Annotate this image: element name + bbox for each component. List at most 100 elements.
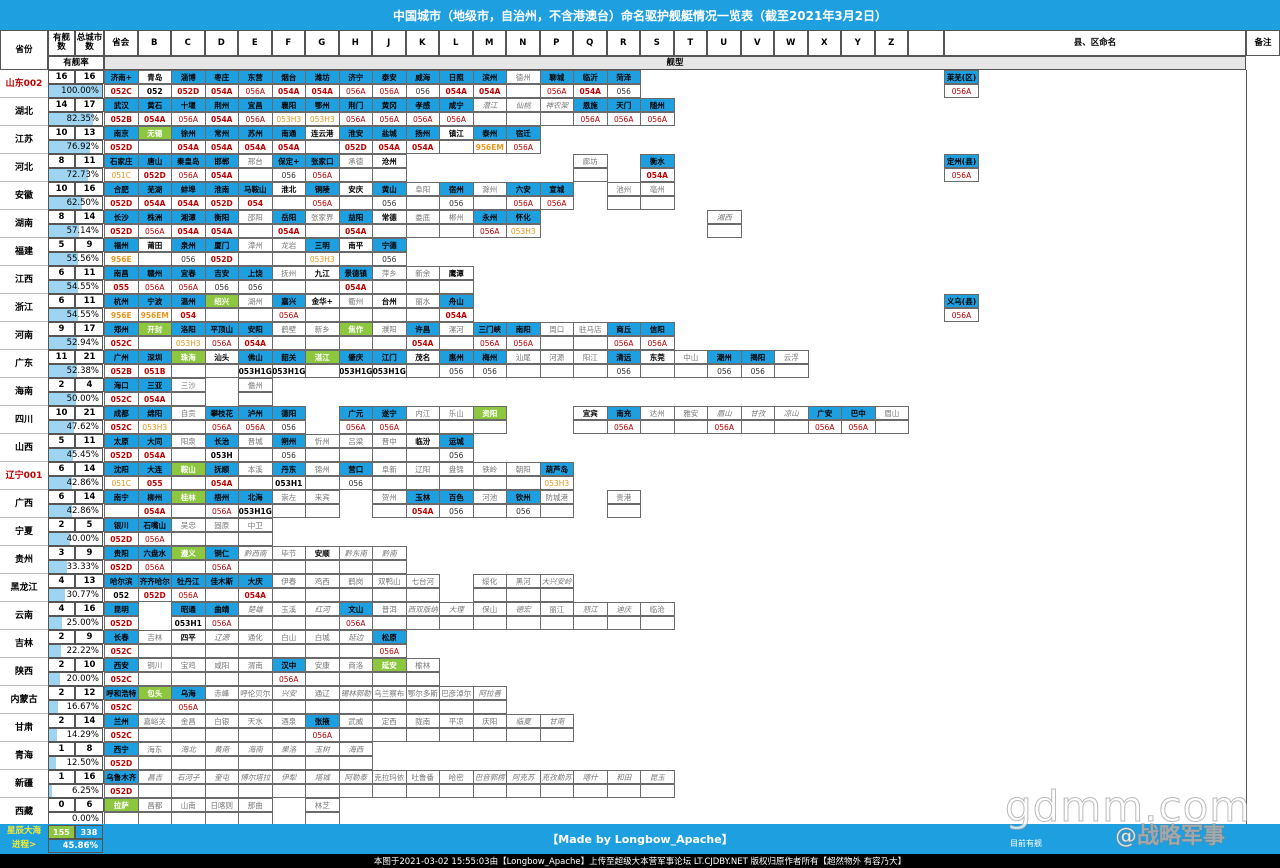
total-city-count: 17: [75, 322, 104, 336]
city-cell: 六盘水: [137, 546, 172, 560]
city-cell: 沧州: [372, 154, 407, 168]
ship-type-cell: [305, 308, 340, 322]
header-letter-u: U: [707, 30, 741, 56]
ship-type-cell: 052C: [104, 84, 139, 98]
has-ship-count: 6: [48, 266, 75, 280]
ship-type-cell: [204, 756, 239, 770]
header-letter-d: D: [204, 30, 238, 56]
ship-type-cell: [372, 476, 407, 490]
city-cell: 温州: [171, 294, 206, 308]
province-name: 江西: [0, 266, 48, 294]
ship-type-cell: 054A: [204, 84, 239, 98]
city-cell: 朔州: [271, 434, 306, 448]
city-cell: 秦皇岛: [171, 154, 206, 168]
total-city-count: 11: [75, 294, 104, 308]
ship-type-cell: 056A: [137, 560, 172, 574]
has-ship-count: 10: [48, 406, 75, 420]
has-ship-count: 6: [48, 490, 75, 504]
ship-type-cell: 054A: [137, 392, 172, 406]
ship-type-cell: [305, 224, 340, 238]
city-cell: 乐山: [439, 406, 474, 420]
city-cell: 安庆: [338, 182, 373, 196]
city-cell: 赤峰: [204, 686, 239, 700]
ship-type-cell: [439, 728, 474, 742]
total-city-count: 11: [75, 434, 104, 448]
ship-type-cell: [271, 588, 306, 602]
ship-type-cell: [539, 728, 574, 742]
ship-type-cell: [204, 728, 239, 742]
city-cell: 台州: [372, 294, 407, 308]
ship-type-cell: 054: [238, 196, 273, 210]
city-cell: 张家口: [305, 154, 340, 168]
ship-rate-value: 40.00%: [66, 534, 99, 544]
ship-type-cell: 054A: [204, 112, 239, 126]
ship-rate: 82.35%: [48, 112, 103, 126]
city-cell: 开封: [137, 322, 172, 336]
city-cell: 滁州: [472, 182, 507, 196]
city-cell: 茂名: [405, 350, 440, 364]
ship-type-cell: 056: [204, 280, 239, 294]
ship-rate-value: 47.62%: [66, 422, 99, 432]
city-cell: 固原: [204, 518, 239, 532]
ship-type-cell: [874, 420, 909, 434]
province-name: 河北: [0, 154, 48, 182]
ship-type-cell: [573, 420, 608, 434]
ship-type-cell: 052C: [104, 672, 139, 686]
ship-type-cell: [305, 336, 340, 350]
ship-type-cell: 056: [506, 504, 541, 518]
city-cell: 宁德: [372, 238, 407, 252]
city-cell: 来宾: [305, 490, 340, 504]
city-cell: 淮南: [204, 182, 239, 196]
ship-type-cell: [539, 336, 574, 350]
ship-type-cell: [472, 728, 507, 742]
ship-type-cell: 056A: [305, 196, 340, 210]
ship-type-cell: [573, 168, 608, 182]
header-letter-s: S: [640, 30, 674, 56]
city-cell: 淮安: [338, 126, 373, 140]
ship-type-cell: 052: [137, 84, 172, 98]
total-city-count: 10: [75, 658, 104, 672]
ship-type-cell: [405, 476, 440, 490]
ship-rate-value: 50.00%: [66, 394, 99, 404]
ship-rate: 57.14%: [48, 224, 103, 238]
ship-type-cell: 056A: [204, 560, 239, 574]
city-cell: 长沙: [104, 210, 139, 224]
city-cell: 崇左: [271, 490, 306, 504]
ship-type-cell: [204, 308, 239, 322]
ship-type-cell: [305, 616, 340, 630]
city-cell: 临夏: [506, 714, 541, 728]
ship-type-cell: 053H3: [137, 420, 172, 434]
ship-type-cell: [372, 728, 407, 742]
city-cell: 平凉: [439, 714, 474, 728]
ship-type-cell: [405, 364, 440, 378]
ship-type-cell: [539, 504, 574, 518]
ship-type-cell: [372, 448, 407, 462]
province-row: 贵州 3 9 33.33% 贵阳 052D 六盘水 056A 遵义 铜仁 056A 黔西南 毕节 安顺 黔东…: [0, 546, 1280, 574]
province-name: 宁夏: [0, 518, 48, 546]
ship-type-cell: 056: [372, 196, 407, 210]
ship-type-cell: [238, 672, 273, 686]
ship-type-cell: [539, 112, 574, 126]
ship-type-cell: [673, 364, 708, 378]
city-cell: 眉山: [874, 406, 909, 420]
ship-rate-value: 25.00%: [66, 618, 99, 628]
city-cell: 龙岩: [271, 238, 306, 252]
province-row: 四川 10 21 47.62% 成都 052C 绵阳 053H3 自贡 攀枝花 056A 泸州 056A…: [0, 406, 1280, 434]
city-cell: 乌海: [171, 686, 206, 700]
ship-type-cell: [506, 728, 541, 742]
ship-type-cell: [506, 476, 541, 490]
has-ship-count: 8: [48, 154, 75, 168]
ship-type-cell: 956E: [104, 252, 139, 266]
ship-type-cell: [372, 784, 407, 798]
ship-type-cell: [305, 140, 340, 154]
city-cell: 三亚: [137, 378, 172, 392]
has-ship-count: 10: [48, 182, 75, 196]
ship-type-cell: 056: [439, 364, 474, 378]
province-name: 陕西: [0, 658, 48, 686]
ship-type-cell: [472, 588, 507, 602]
city-cell: 铁岭: [472, 462, 507, 476]
ship-type-cell: [606, 196, 641, 210]
city-cell: 甘南: [539, 714, 574, 728]
ship-type-cell: [171, 756, 206, 770]
city-cell: 淮北: [271, 182, 306, 196]
